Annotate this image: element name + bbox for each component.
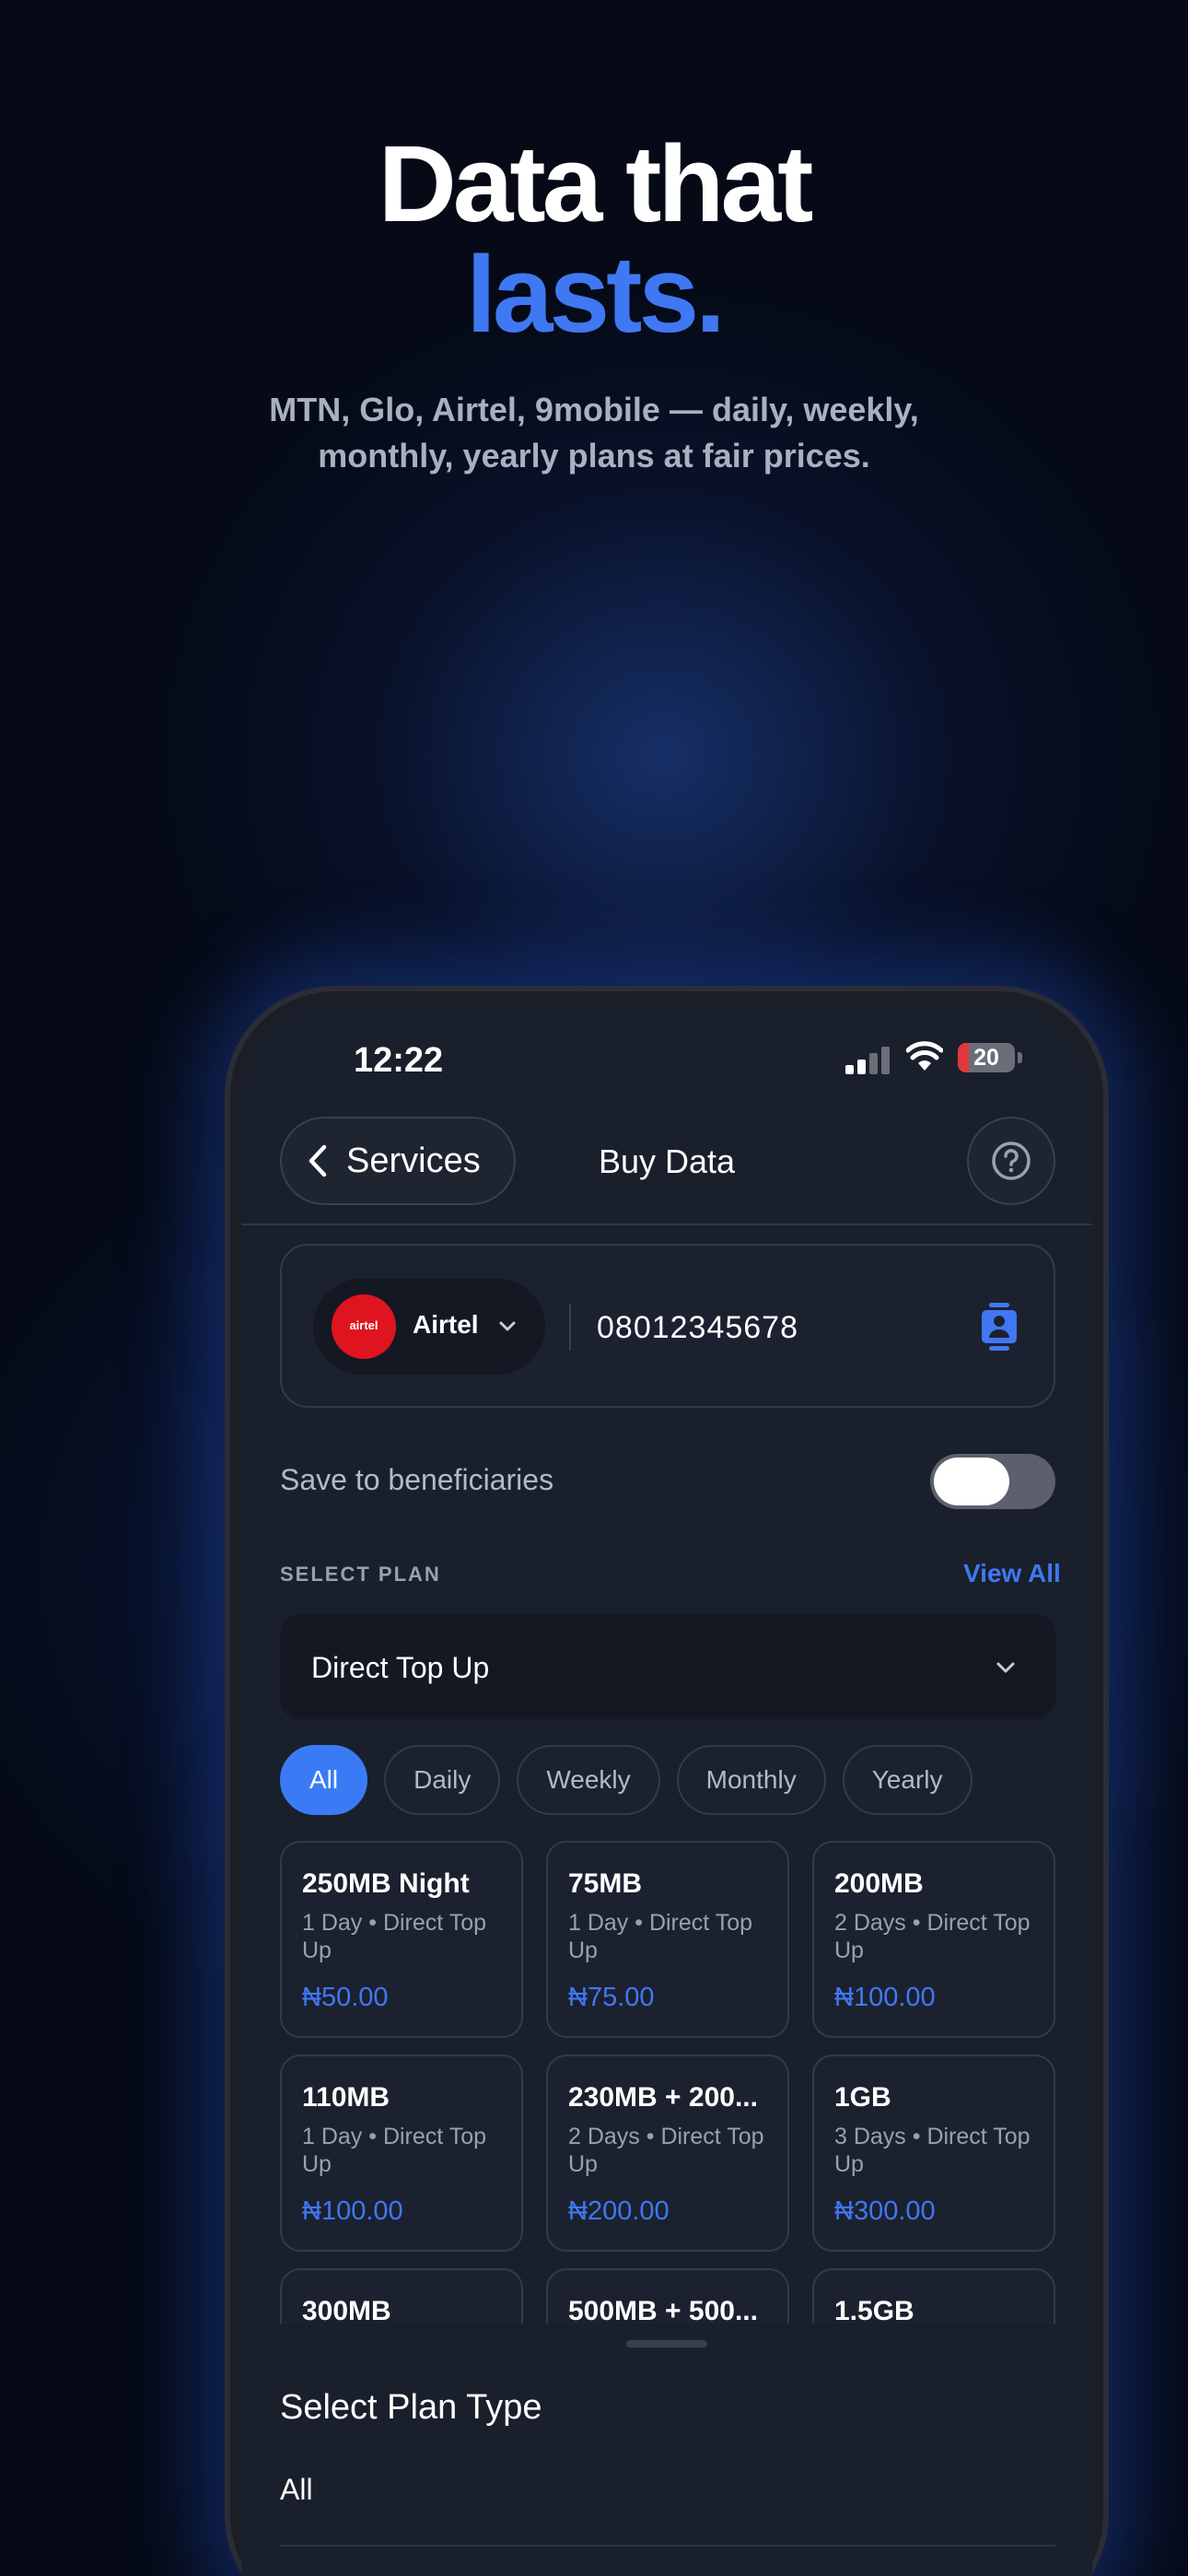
tab-weekly[interactable]: Weekly xyxy=(517,1745,660,1815)
tab-monthly[interactable]: Monthly xyxy=(676,1745,826,1815)
plan-description: 2 Days • Direct Top Up xyxy=(568,2124,764,2177)
battery-icon: 20 xyxy=(958,1043,1015,1072)
battery-tip xyxy=(1018,1052,1022,1063)
plan-name: 250MB Night xyxy=(302,1868,470,1899)
sheet-divider xyxy=(280,2545,1055,2547)
contact-book-icon[interactable] xyxy=(980,1303,1019,1351)
plan-grid: 250MB Night 1 Day • Direct Top Up ₦50.00… xyxy=(280,1841,1055,2324)
plan-card[interactable]: 75MB 1 Day • Direct Top Up ₦75.00 xyxy=(546,1841,789,2038)
plan-card[interactable]: 250MB Night 1 Day • Direct Top Up ₦50.00 xyxy=(280,1841,523,2038)
plan-name: 230MB + 200... xyxy=(568,2082,758,2113)
plan-card[interactable]: 110MB 1 Day • Direct Top Up ₦100.00 xyxy=(280,2055,523,2252)
hero-title-line1: Data that xyxy=(378,123,814,245)
plan-description: 3 Days • Direct Top Up xyxy=(834,2124,1031,2177)
hero-title-line2: lasts. xyxy=(466,234,726,356)
plan-description: 1 Day • Direct Top Up xyxy=(302,2124,487,2177)
plan-name: 75MB xyxy=(568,1868,643,1899)
field-divider xyxy=(569,1305,571,1351)
battery-level: 20 xyxy=(973,1045,999,1071)
status-bar: 12:22 20 xyxy=(241,1002,1092,1104)
plan-card[interactable]: 500MB + 500... xyxy=(546,2268,789,2324)
view-all-link[interactable]: View All xyxy=(963,1559,1061,1588)
network-name: Airtel xyxy=(413,1310,479,1339)
plan-card[interactable]: 300MB xyxy=(280,2268,523,2324)
status-time: 12:22 xyxy=(354,1041,444,1080)
plan-name: 300MB xyxy=(302,2296,391,2324)
plan-description: 1 Day • Direct Top Up xyxy=(302,1910,487,1963)
save-beneficiary-toggle[interactable] xyxy=(930,1454,1055,1509)
select-plan-label: SELECT PLAN xyxy=(280,1563,441,1586)
plan-price: ₦200.00 xyxy=(568,2196,670,2226)
chevron-down-icon xyxy=(996,1662,1015,1673)
plan-card[interactable]: 1.5GB xyxy=(812,2268,1055,2324)
sheet-title: Select Plan Type xyxy=(280,2388,542,2427)
plan-price: ₦75.00 xyxy=(568,1983,655,2012)
plan-name: 500MB + 500... xyxy=(568,2296,758,2324)
toggle-knob xyxy=(934,1458,1009,1505)
plan-price: ₦300.00 xyxy=(834,2196,936,2226)
plan-type-dropdown[interactable]: Direct Top Up xyxy=(280,1614,1055,1719)
plan-card[interactable]: 1GB 3 Days • Direct Top Up ₦300.00 xyxy=(812,2055,1055,2252)
nav-bar: Services Buy Data xyxy=(241,1104,1092,1225)
phone-screen: 12:22 20 Services Buy Data airtel Airtel… xyxy=(241,1002,1092,2576)
tab-all[interactable]: All xyxy=(280,1745,368,1815)
plan-name: 200MB xyxy=(834,1868,924,1899)
chevron-down-icon xyxy=(499,1321,516,1331)
recipient-card: airtel Airtel 08012345678 xyxy=(280,1244,1055,1408)
plan-card[interactable]: 200MB 2 Days • Direct Top Up ₦100.00 xyxy=(812,1841,1055,2038)
plan-price: ₦100.00 xyxy=(302,2196,403,2226)
tab-daily[interactable]: Daily xyxy=(384,1745,501,1815)
save-beneficiary-label: Save to beneficiaries xyxy=(280,1463,554,1496)
plan-price: ₦50.00 xyxy=(302,1983,389,2012)
tab-yearly[interactable]: Yearly xyxy=(842,1745,973,1815)
plan-price: ₦100.00 xyxy=(834,1983,936,2012)
network-selector[interactable]: airtel Airtel xyxy=(313,1279,545,1375)
plan-name: 110MB xyxy=(302,2082,390,2113)
sheet-option-all[interactable]: All xyxy=(280,2473,313,2507)
plan-card[interactable]: 230MB + 200... 2 Days • Direct Top Up ₦2… xyxy=(546,2055,789,2252)
hero-subtitle: MTN, Glo, Airtel, 9mobile — daily, weekl… xyxy=(269,391,919,474)
plan-description: 2 Days • Direct Top Up xyxy=(834,1910,1031,1963)
cellular-signal-icon xyxy=(845,1047,890,1074)
phone-number-input[interactable]: 08012345678 xyxy=(597,1310,798,1346)
plan-type-value: Direct Top Up xyxy=(311,1651,490,1684)
plan-name: 1GB xyxy=(834,2082,891,2113)
help-button[interactable] xyxy=(967,1117,1055,1205)
page-title: Buy Data xyxy=(598,1142,736,1180)
plan-description: 1 Day • Direct Top Up xyxy=(568,1910,753,1963)
plan-type-sheet: Select Plan Type All xyxy=(241,2324,1092,2576)
plan-name: 1.5GB xyxy=(834,2296,914,2324)
airtel-logo: airtel xyxy=(332,1294,396,1359)
sheet-grabber[interactable] xyxy=(626,2340,707,2348)
hero: Data that lasts. MTN, Glo, Airtel, 9mobi… xyxy=(0,129,1188,479)
wifi-icon xyxy=(906,1041,943,1071)
plan-period-tabs: All Daily Weekly Monthly Yearly xyxy=(280,1745,973,1815)
question-circle-icon xyxy=(992,1142,1031,1180)
